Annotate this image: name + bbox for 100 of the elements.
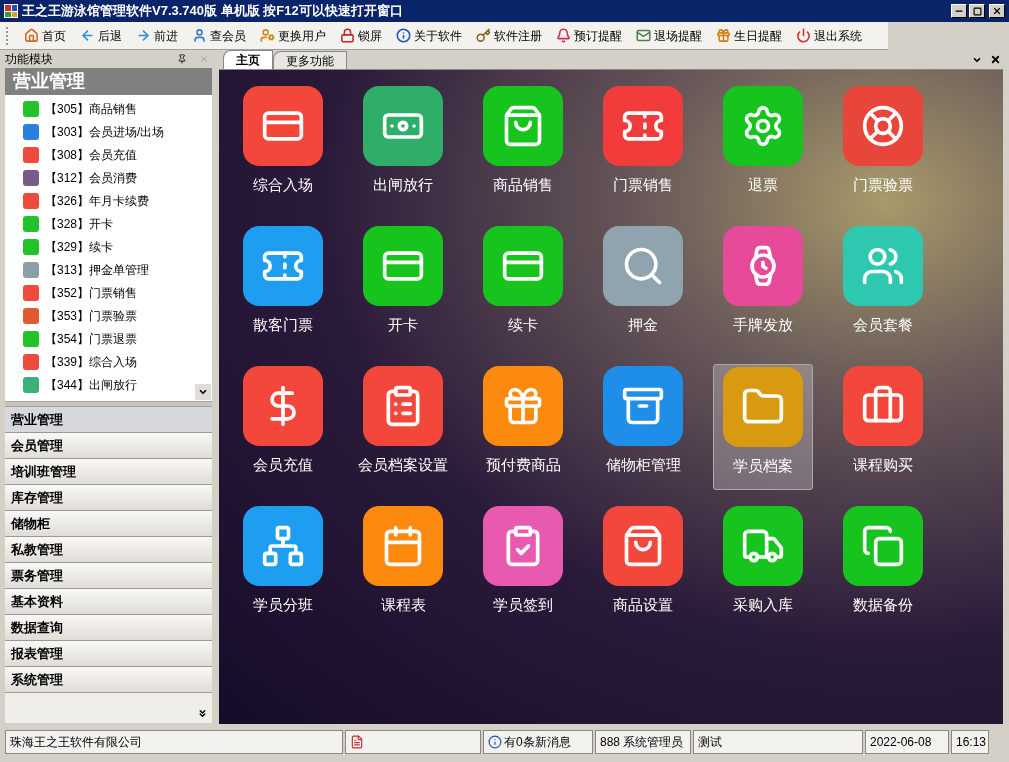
category-button[interactable]: 营业管理 <box>5 407 212 433</box>
category-button[interactable]: 基本资料 <box>5 589 212 615</box>
module-tile[interactable]: 会员档案设置 <box>353 364 453 490</box>
module-tile[interactable]: 退票 <box>713 84 813 210</box>
module-item[interactable]: 【326】年月卡续费 <box>5 189 212 212</box>
toolbar-button[interactable]: 查会员 <box>186 24 252 47</box>
category-button[interactable]: 票务管理 <box>5 563 212 589</box>
toolbar-button[interactable]: 退场提醒 <box>630 24 708 47</box>
module-label: 【326】年月卡续费 <box>45 192 150 210</box>
close-icon[interactable] <box>990 54 1001 65</box>
module-item[interactable]: 【329】续卡 <box>5 235 212 258</box>
module-item[interactable]: 【328】开卡 <box>5 212 212 235</box>
module-item[interactable]: 【339】综合入场 <box>5 350 212 373</box>
category-button[interactable]: 数据查询 <box>5 615 212 641</box>
toolbar-button[interactable]: 后退 <box>74 24 128 47</box>
module-tile[interactable]: 学员分班 <box>233 504 333 630</box>
category-button[interactable]: 报表管理 <box>5 641 212 667</box>
module-tile[interactable]: 开卡 <box>353 224 453 350</box>
panel-title: 功能模块 <box>5 51 53 68</box>
close-icon <box>992 6 1002 16</box>
module-item[interactable]: 【354】门票退票 <box>5 327 212 350</box>
module-tile[interactable]: 数据备份 <box>833 504 933 630</box>
module-item[interactable]: 【305】商品销售 <box>5 97 212 120</box>
pin-icon[interactable] <box>177 54 187 64</box>
module-tile[interactable]: 出闸放行 <box>353 84 453 210</box>
key-icon <box>476 28 491 43</box>
module-tile[interactable]: 课程表 <box>353 504 453 630</box>
module-label: 【313】押金单管理 <box>45 261 150 279</box>
toolbar-button[interactable]: 前进 <box>130 24 184 47</box>
module-tile[interactable]: 门票销售 <box>593 84 693 210</box>
module-label: 【308】会员充值 <box>45 146 138 164</box>
section-header: 营业管理 <box>5 68 212 95</box>
toolbar-button[interactable]: 锁屏 <box>334 24 388 47</box>
user-info: 888 系统管理员 <box>595 730 691 754</box>
category-button[interactable]: 库存管理 <box>5 485 212 511</box>
user-switch-icon <box>260 28 275 43</box>
status-note: 测试 <box>693 730 863 754</box>
module-label: 【344】出闸放行 <box>45 376 138 394</box>
category-button[interactable]: 储物柜 <box>5 511 212 537</box>
close-button[interactable] <box>989 4 1005 18</box>
module-tile[interactable]: 散客门票 <box>233 224 333 350</box>
power-icon <box>796 28 811 43</box>
toolbar-button[interactable]: 关于软件 <box>390 24 468 47</box>
module-item[interactable]: 【308】会员充值 <box>5 143 212 166</box>
module-tile[interactable]: 课程购买 <box>833 364 933 490</box>
module-item[interactable]: 【313】押金单管理 <box>5 258 212 281</box>
info-icon <box>488 735 502 749</box>
module-label: 【303】会员进场/出场 <box>45 123 165 141</box>
module-tile[interactable]: 会员充值 <box>233 364 333 490</box>
toolbar-button[interactable]: 更换用户 <box>254 24 332 47</box>
status-date: 2022-06-08 <box>865 730 949 754</box>
minimize-button[interactable] <box>951 4 967 18</box>
module-label: 【329】续卡 <box>45 238 114 256</box>
module-label: 【305】商品销售 <box>45 100 138 118</box>
info-icon <box>396 28 411 43</box>
dropdown-icon[interactable] <box>972 55 982 65</box>
module-tile[interactable]: 储物柜管理 <box>593 364 693 490</box>
module-label: 【354】门票退票 <box>45 330 138 348</box>
maximize-icon <box>972 6 982 16</box>
module-tile[interactable]: 押金 <box>593 224 693 350</box>
category-button[interactable]: 会员管理 <box>5 433 212 459</box>
module-tile[interactable]: 学员档案 <box>713 364 813 490</box>
category-button[interactable]: 私教管理 <box>5 537 212 563</box>
company-name: 珠海王之王软件有限公司 <box>5 730 343 754</box>
module-tile[interactable]: 续卡 <box>473 224 573 350</box>
status-time: 16:13 <box>951 730 989 754</box>
category-button[interactable]: 培训班管理 <box>5 459 212 485</box>
home-icon <box>24 28 39 43</box>
module-item[interactable]: 【344】出闸放行 <box>5 373 212 396</box>
maximize-button[interactable] <box>969 4 985 18</box>
module-item[interactable]: 【352】门票销售 <box>5 281 212 304</box>
module-tile[interactable]: 商品设置 <box>593 504 693 630</box>
module-tile[interactable]: 学员签到 <box>473 504 573 630</box>
mail-icon <box>636 28 651 43</box>
module-tile[interactable]: 预付费商品 <box>473 364 573 490</box>
module-label: 【312】会员消费 <box>45 169 138 187</box>
module-item[interactable]: 【303】会员进场/出场 <box>5 120 212 143</box>
toolbar-button[interactable]: 退出系统 <box>790 24 868 47</box>
tab[interactable]: 主页 <box>223 50 273 69</box>
module-label: 【352】门票销售 <box>45 284 138 302</box>
gift-icon <box>716 28 731 43</box>
tab[interactable]: 更多功能 <box>273 51 347 69</box>
module-tile[interactable]: 商品销售 <box>473 84 573 210</box>
category-button[interactable]: 系统管理 <box>5 667 212 693</box>
toolbar-button[interactable]: 首页 <box>18 24 72 47</box>
toolbar-button[interactable]: 软件注册 <box>470 24 548 47</box>
chevron-icon[interactable] <box>197 708 208 719</box>
module-label: 【328】开卡 <box>45 215 114 233</box>
scroll-down-button[interactable] <box>195 384 211 400</box>
lock-icon <box>340 28 355 43</box>
module-label: 【339】综合入场 <box>45 353 138 371</box>
toolbar-button[interactable]: 生日提醒 <box>710 24 788 47</box>
module-tile[interactable]: 手牌发放 <box>713 224 813 350</box>
module-tile[interactable]: 会员套餐 <box>833 224 933 350</box>
module-tile[interactable]: 采购入库 <box>713 504 813 630</box>
toolbar-button[interactable]: 预订提醒 <box>550 24 628 47</box>
module-tile[interactable]: 综合入场 <box>233 84 333 210</box>
user-icon <box>192 28 207 43</box>
module-item[interactable]: 【312】会员消费 <box>5 166 212 189</box>
module-item[interactable]: 【353】门票验票 <box>5 304 212 327</box>
